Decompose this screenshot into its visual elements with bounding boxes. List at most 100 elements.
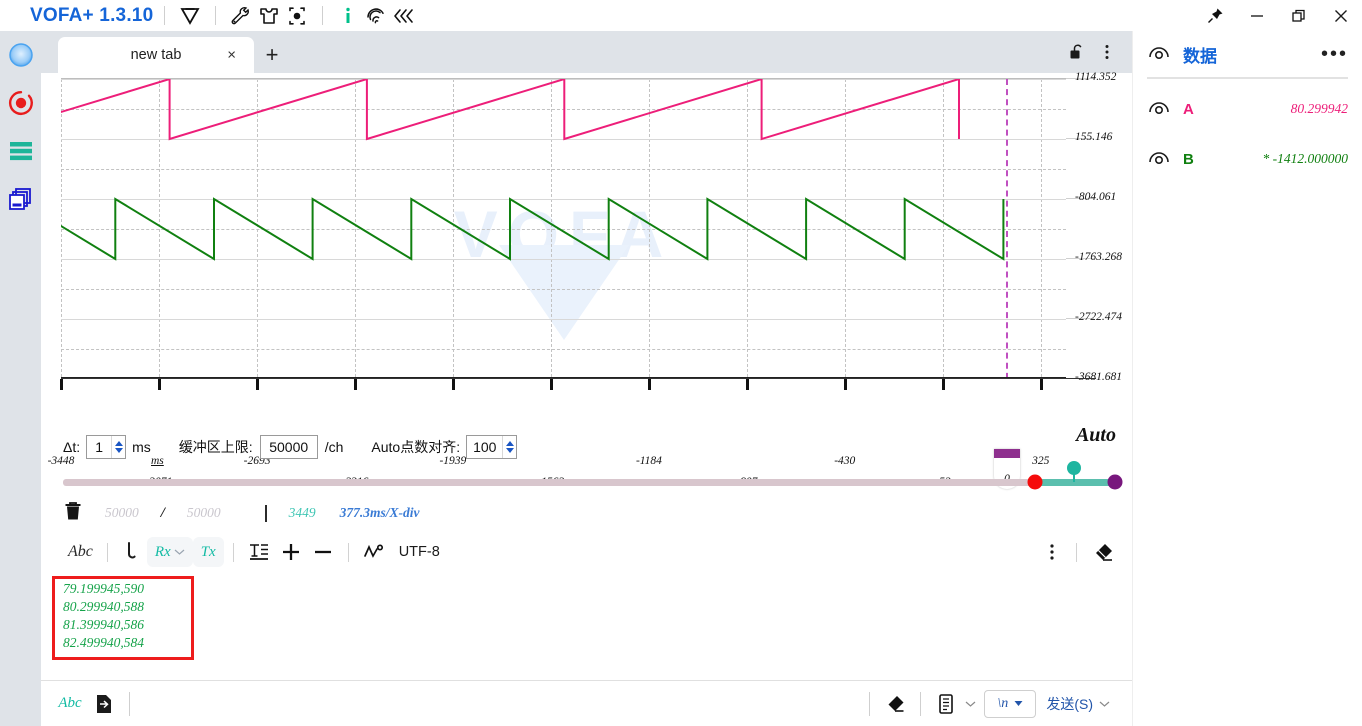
slider-handle-start[interactable] — [1027, 474, 1043, 490]
increase-button[interactable] — [275, 537, 307, 567]
stepper-down-icon[interactable] — [114, 448, 123, 453]
main-panel: new tab × + VOFA 1114.352 155.146 -804.061… — [41, 31, 1132, 726]
cursor-line[interactable] — [1006, 79, 1008, 377]
rx-button[interactable]: Rx — [146, 537, 193, 567]
shirt-icon[interactable] — [255, 2, 283, 30]
export-icon[interactable] — [87, 689, 121, 719]
buffer-used: 50000 — [105, 505, 139, 520]
terminal-toolbar: Abc Rx Tx UTF-8 — [41, 532, 1132, 572]
wrench-icon[interactable] — [227, 2, 255, 30]
abc-label: Abc — [68, 543, 93, 560]
delta-t-unit: ms — [132, 439, 151, 455]
divider — [322, 6, 324, 25]
layers-icon — [8, 188, 31, 210]
decrease-button[interactable] — [307, 537, 339, 567]
stepper-up-icon[interactable] — [505, 441, 514, 446]
trash-icon[interactable] — [63, 500, 83, 527]
sidebar-item-status[interactable] — [0, 31, 41, 79]
terminal-toolbar-right — [1037, 537, 1120, 567]
terminal-output[interactable]: 79.199945,590 80.299940,588 81.399940,58… — [41, 572, 1132, 672]
delta-t-label: Δt: — [63, 439, 81, 455]
unlock-icon[interactable] — [1062, 36, 1092, 68]
divider — [164, 6, 166, 25]
waveform-icon[interactable] — [358, 537, 392, 567]
eye-icon[interactable] — [1147, 98, 1171, 121]
chevron-down-icon[interactable] — [965, 700, 976, 708]
add-tab-button[interactable]: + — [254, 37, 290, 73]
slider-track[interactable] — [63, 479, 1119, 486]
plot-canvas[interactable]: VOFA — [61, 78, 1066, 378]
slider-handle-end[interactable] — [1107, 474, 1123, 490]
target-icon[interactable] — [283, 2, 311, 30]
divider — [215, 6, 217, 25]
auto-align-stepper[interactable]: 100 — [466, 435, 518, 459]
eye-icon[interactable] — [1147, 43, 1171, 66]
time-range-slider[interactable] — [41, 461, 1132, 494]
divider — [920, 691, 922, 716]
stepper-up-icon[interactable] — [114, 441, 123, 446]
divider — [869, 691, 871, 716]
sidebar-item-record[interactable] — [0, 79, 41, 127]
pin-icon[interactable] — [1194, 0, 1236, 31]
send-bar: Abc \n 发送(S) — [41, 680, 1132, 726]
record-icon — [8, 90, 33, 115]
y-axis-labels: 1114.352 155.146 -804.061 -1763.268 -2722.47… — [1071, 71, 1133, 393]
data-row-a[interactable]: A 80.299942 — [1133, 89, 1362, 129]
x-axis-tick — [647, 379, 651, 390]
collapse-left-icon[interactable] — [390, 2, 418, 30]
hook-icon[interactable] — [117, 537, 147, 567]
more-vertical-icon[interactable] — [1037, 537, 1067, 567]
stepper-down-icon[interactable] — [505, 448, 514, 453]
buffer-total: 50000 — [186, 505, 221, 520]
x-axis-tick — [451, 379, 455, 390]
y-axis-tick-label: -2722.474 — [1075, 310, 1122, 323]
buffer-limit-input[interactable]: 50000 — [259, 435, 318, 459]
fingerprint-icon[interactable] — [362, 2, 390, 30]
tab-close-icon[interactable]: × — [227, 48, 236, 63]
time-per-division: 377.3ms/X-div — [339, 505, 420, 520]
newline-select[interactable]: \n — [984, 689, 1037, 718]
stepper-arrows[interactable] — [111, 436, 125, 458]
minimize-icon[interactable] — [1236, 0, 1278, 31]
divider — [264, 504, 267, 522]
file-icon[interactable] — [929, 689, 963, 719]
x-axis-tick — [549, 379, 553, 390]
divider — [1076, 542, 1077, 562]
eraser-icon[interactable] — [1086, 537, 1120, 567]
auto-mode-label[interactable]: Auto — [1076, 424, 1116, 447]
data-row-b[interactable]: B * -1412.000000 — [1133, 139, 1362, 179]
restore-icon[interactable] — [1278, 0, 1320, 31]
text-indent-icon[interactable] — [243, 537, 275, 567]
stepper-arrows[interactable] — [502, 436, 516, 458]
close-icon[interactable] — [1320, 0, 1362, 31]
x-axis-line — [61, 378, 1096, 379]
eraser-icon[interactable] — [878, 689, 912, 719]
eye-icon[interactable] — [1147, 148, 1171, 171]
auto-align-label: Auto点数对齐: — [371, 439, 461, 455]
x-axis-tick — [843, 379, 847, 390]
tab-new-tab[interactable]: new tab × — [58, 37, 254, 73]
send-button[interactable]: 发送(S) — [1036, 689, 1120, 719]
divider — [1147, 77, 1348, 79]
data-panel-more-icon[interactable]: ••• — [1321, 44, 1348, 64]
sidebar-item-layers[interactable] — [0, 175, 41, 223]
more-vertical-icon[interactable] — [1092, 36, 1122, 68]
delta-t-stepper[interactable]: 1 — [86, 435, 127, 459]
x-axis-tick — [353, 379, 357, 390]
terminal-line: 81.399940,586 — [63, 617, 144, 632]
channel-value: 80.299942 — [1290, 101, 1348, 116]
chart-area[interactable]: VOFA 1114.352 155.146 -804.061 -1763.268 -27… — [41, 71, 1133, 489]
encoding-label[interactable]: UTF-8 — [399, 544, 440, 560]
vofa-logo-icon[interactable] — [176, 2, 204, 30]
acquisition-controls: Δt: 1 ms 缓冲区上限: 50000 /ch Auto点数对齐: 100 … — [41, 424, 1132, 468]
tx-button[interactable]: Tx — [192, 537, 224, 567]
auto-align-value: 100 — [473, 439, 497, 455]
slider-knob[interactable] — [1067, 461, 1081, 475]
info-icon[interactable] — [334, 2, 362, 30]
sidebar-item-menu[interactable] — [0, 127, 41, 175]
send-text-mode-button[interactable]: Abc — [53, 689, 87, 719]
channel-value: * -1412.000000 — [1262, 151, 1349, 166]
text-mode-button[interactable]: Abc — [63, 537, 98, 567]
send-input[interactable] — [138, 688, 862, 719]
tab-actions — [1062, 31, 1132, 73]
